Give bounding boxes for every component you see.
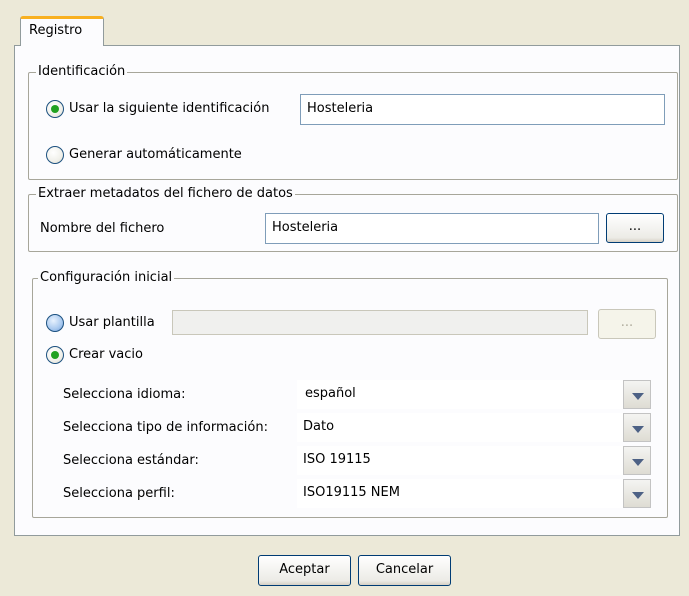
standard-label: Selecciona estándar: <box>63 453 199 468</box>
config-legend: Configuración inicial <box>38 270 175 286</box>
template-input[interactable] <box>172 310 588 335</box>
auto-generate-radio[interactable] <box>46 146 64 164</box>
info-type-dropdown-arrow-icon[interactable] <box>623 413 651 442</box>
use-identification-radio[interactable] <box>46 100 64 118</box>
standard-dropdown-arrow-icon[interactable] <box>623 446 651 475</box>
extract-legend: Extraer metadatos del fichero de datos <box>36 186 295 202</box>
browse-file-button[interactable]: ... <box>606 213 664 243</box>
info-type-select[interactable]: Dato <box>297 413 623 442</box>
use-template-radio[interactable] <box>46 314 64 332</box>
language-select[interactable]: español <box>297 380 623 409</box>
language-dropdown-arrow-icon[interactable] <box>623 380 651 409</box>
tab-registro[interactable]: Registro <box>20 16 104 46</box>
create-empty-radio[interactable] <box>46 346 64 364</box>
profile-label: Selecciona perfil: <box>63 486 175 501</box>
use-identification-label: Usar la siguiente identificación <box>69 101 270 116</box>
tab-label: Registro <box>29 23 83 38</box>
profile-select[interactable]: ISO19115 NEM <box>297 479 623 508</box>
use-template-label: Usar plantilla <box>69 315 155 330</box>
profile-dropdown-arrow-icon[interactable] <box>623 479 651 508</box>
cancel-button[interactable]: Cancelar <box>358 555 451 586</box>
identification-legend: Identificación <box>36 64 128 80</box>
browse-template-button[interactable]: ... <box>598 309 656 339</box>
file-name-label: Nombre del fichero <box>40 221 165 236</box>
language-label: Selecciona idioma: <box>63 387 186 402</box>
radio-selected-dot <box>51 105 59 113</box>
accept-button[interactable]: Aceptar <box>258 555 351 586</box>
identification-input[interactable]: Hosteleria <box>300 94 665 125</box>
info-type-label: Selecciona tipo de información: <box>63 420 268 435</box>
auto-generate-label: Generar automáticamente <box>69 147 242 162</box>
standard-select[interactable]: ISO 19115 <box>297 446 623 475</box>
create-empty-label: Crear vacio <box>69 347 143 362</box>
file-name-input[interactable]: Hosteleria <box>265 213 599 244</box>
radio-selected-dot <box>51 351 59 359</box>
